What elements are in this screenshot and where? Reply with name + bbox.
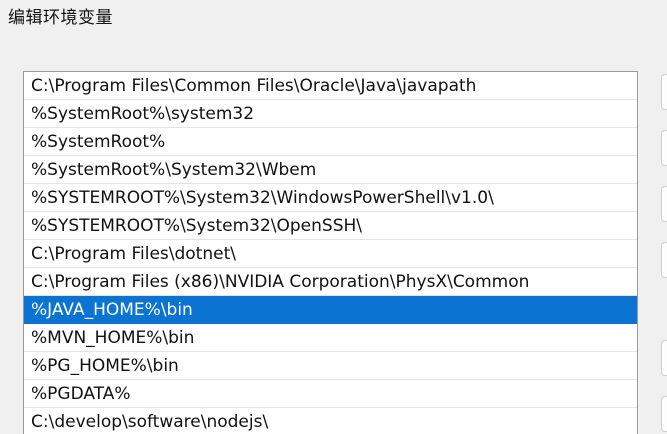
new-button[interactable] <box>661 74 667 110</box>
edit-env-variable-dialog: 编辑环境变量 C:\Program Files\Common Files\Ora… <box>0 0 667 434</box>
list-item[interactable]: %SYSTEMROOT%\System32\WindowsPowerShell\… <box>24 184 637 212</box>
delete-button[interactable] <box>661 242 667 278</box>
list-item[interactable]: C:\develop\software\nodejs\ <box>24 408 637 434</box>
list-item[interactable]: %PGDATA% <box>24 380 637 408</box>
list-item[interactable]: %SystemRoot% <box>24 128 637 156</box>
list-item[interactable]: C:\Program Files\Common Files\Oracle\Jav… <box>24 72 637 100</box>
list-item[interactable]: %MVN_HOME%\bin <box>24 324 637 352</box>
list-item[interactable]: %SYSTEMROOT%\System32\OpenSSH\ <box>24 212 637 240</box>
list-item[interactable]: %PG_HOME%\bin <box>24 352 637 380</box>
browse-button[interactable] <box>661 186 667 222</box>
list-item[interactable]: %SystemRoot%\system32 <box>24 100 637 128</box>
move-up-button[interactable] <box>661 340 667 376</box>
path-list[interactable]: C:\Program Files\Common Files\Oracle\Jav… <box>23 71 638 434</box>
dialog-title: 编辑环境变量 <box>8 8 113 28</box>
list-item[interactable]: C:\Program Files (x86)\NVIDIA Corporatio… <box>24 268 637 296</box>
list-item[interactable]: %SystemRoot%\System32\Wbem <box>24 156 637 184</box>
move-down-button[interactable] <box>661 396 667 432</box>
list-item-selected[interactable]: %JAVA_HOME%\bin <box>24 296 637 324</box>
list-item[interactable]: C:\Program Files\dotnet\ <box>24 240 637 268</box>
edit-button[interactable] <box>661 130 667 166</box>
